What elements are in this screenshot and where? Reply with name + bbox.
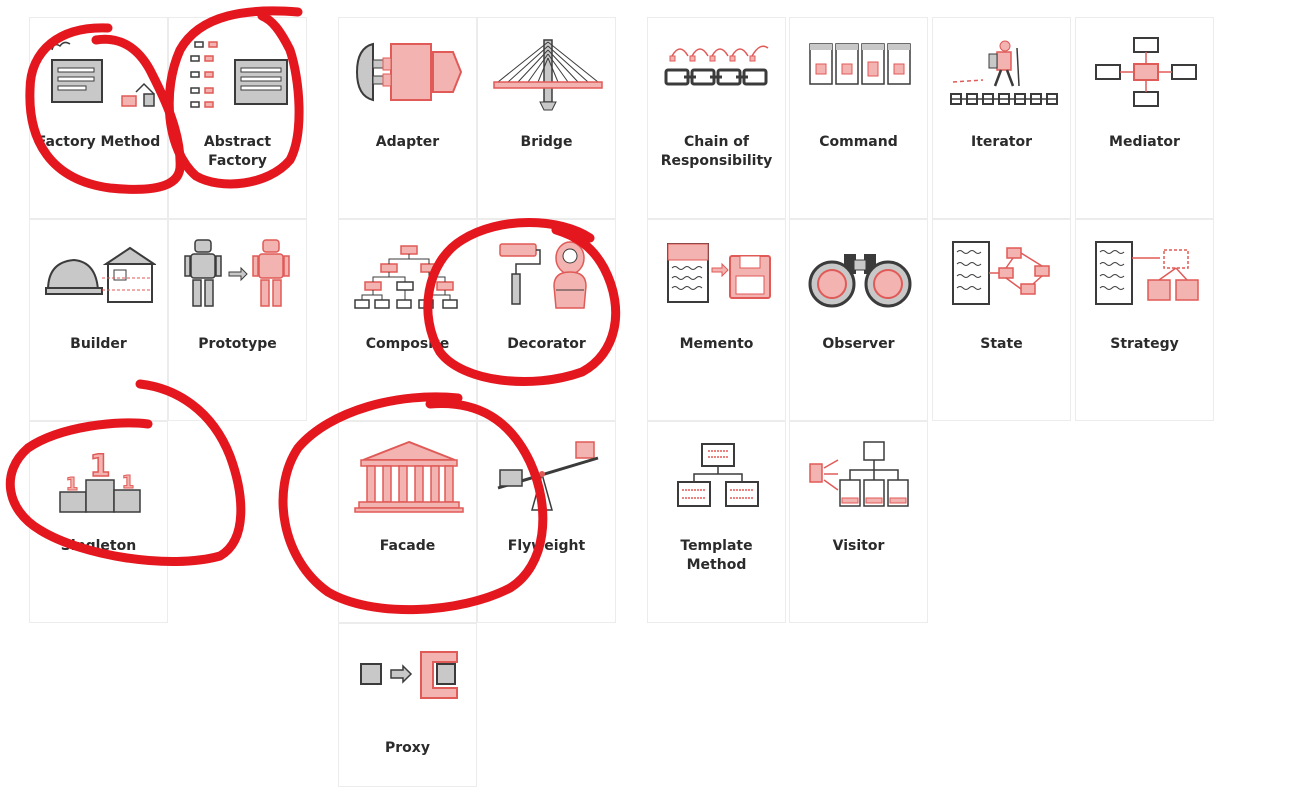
template-tree-icon xyxy=(677,443,759,507)
pattern-card-decorator[interactable]: Decorator xyxy=(477,219,616,421)
pattern-label: Composite xyxy=(365,336,450,352)
pattern-label: Visitor xyxy=(832,538,885,554)
paint-roller-doll-icon xyxy=(499,241,587,309)
pattern-label: Adapter xyxy=(375,134,440,150)
pattern-label: Proxy xyxy=(385,740,430,756)
temple-icon xyxy=(354,440,464,513)
pattern-label: Decorator xyxy=(507,336,586,352)
svg-text:1: 1 xyxy=(122,472,135,493)
pattern-label: Builder xyxy=(70,336,127,352)
svg-text:1: 1 xyxy=(90,449,111,484)
pattern-label: Iterator xyxy=(971,134,1032,150)
pattern-label: Observer xyxy=(822,336,895,352)
seesaw-icon xyxy=(497,441,599,511)
pattern-card-flyweight[interactable]: Flyweight xyxy=(477,421,616,623)
pattern-label: Strategy xyxy=(1110,336,1179,352)
pattern-card-singleton[interactable]: 1 1 1 Singleton xyxy=(29,421,168,623)
pattern-label: Command xyxy=(819,134,898,150)
pattern-label: Memento xyxy=(679,336,754,352)
pattern-label: Mediator xyxy=(1109,134,1180,150)
pattern-label: Singleton xyxy=(60,538,137,554)
floppy-doc-icon xyxy=(667,243,771,303)
pattern-card-memento[interactable]: Memento xyxy=(647,219,786,421)
tree-hierarchy-icon xyxy=(354,245,458,309)
visitor-arrows-icon xyxy=(809,441,909,507)
pattern-card-chain-of-responsibility[interactable]: Chain of Responsibility xyxy=(647,17,786,219)
adapter-plug-icon xyxy=(355,42,463,102)
state-graph-icon xyxy=(952,241,1050,305)
svg-text:1: 1 xyxy=(66,474,79,495)
strategy-options-icon xyxy=(1095,241,1199,305)
pattern-label: Factory Method xyxy=(36,134,161,150)
pattern-card-strategy[interactable]: Strategy xyxy=(1075,219,1214,421)
pattern-label: Chain of Responsibility xyxy=(660,134,773,169)
pattern-card-mediator[interactable]: Mediator xyxy=(1075,17,1214,219)
pattern-card-adapter[interactable]: Adapter xyxy=(338,17,477,219)
hiker-path-icon xyxy=(950,40,1058,105)
hardhat-house-icon xyxy=(45,246,156,303)
pattern-card-proxy[interactable]: Proxy xyxy=(338,623,477,787)
pattern-label: State xyxy=(980,336,1023,352)
proxy-bracket-icon xyxy=(360,651,458,699)
pattern-card-iterator[interactable]: Iterator xyxy=(932,17,1071,219)
chain-icon xyxy=(664,45,769,86)
command-cards-icon xyxy=(809,43,911,85)
pattern-card-facade[interactable]: Facade xyxy=(338,421,477,623)
bridge-icon xyxy=(493,39,603,111)
mediator-hub-icon xyxy=(1095,37,1197,107)
pattern-label: Prototype xyxy=(198,336,277,352)
pattern-card-bridge[interactable]: Bridge xyxy=(477,17,616,219)
pattern-card-visitor[interactable]: Visitor xyxy=(789,421,928,623)
pattern-card-observer[interactable]: Observer xyxy=(789,219,928,421)
pattern-label: Facade xyxy=(379,538,436,554)
pattern-card-prototype[interactable]: Prototype xyxy=(168,219,307,421)
pattern-label: Flyweight xyxy=(507,538,586,554)
pattern-card-composite[interactable]: Composite xyxy=(338,219,477,421)
pattern-label: Bridge xyxy=(520,134,573,150)
pattern-card-command[interactable]: Command xyxy=(789,17,928,219)
pattern-card-builder[interactable]: Builder xyxy=(29,219,168,421)
pattern-label: Template Method xyxy=(680,538,753,573)
binoculars-icon xyxy=(808,254,912,308)
factory-icon xyxy=(51,41,155,107)
robot-clone-icon xyxy=(184,239,290,307)
pattern-card-template-method[interactable]: Template Method xyxy=(647,421,786,623)
pattern-label: Abstract Factory xyxy=(203,134,272,169)
pattern-card-state[interactable]: State xyxy=(932,219,1071,421)
pattern-card-abstract-factory[interactable]: Abstract Factory xyxy=(168,17,307,219)
podium-icon: 1 1 1 xyxy=(59,448,141,513)
factory-tree-icon xyxy=(190,41,288,108)
pattern-card-factory-method[interactable]: Factory Method xyxy=(29,17,168,219)
